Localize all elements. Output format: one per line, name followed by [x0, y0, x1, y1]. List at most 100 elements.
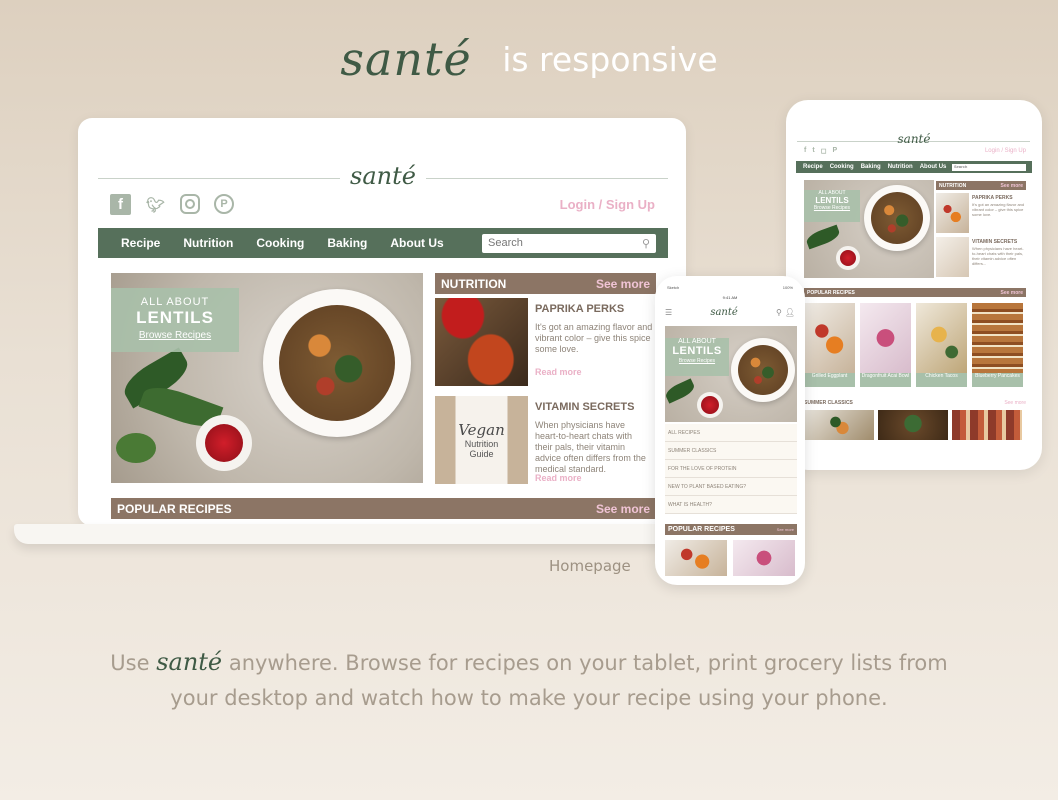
vegan-guide-image[interactable] [936, 237, 969, 277]
hero-card-kicker: ALL ABOUT [678, 338, 716, 345]
article-excerpt: When physicians have heart-to-heart chat… [535, 420, 646, 474]
carrier-label: Sketch [667, 285, 680, 290]
site-logo[interactable]: santé [710, 307, 737, 318]
hamburger-menu-icon[interactable]: ☰ [665, 308, 672, 317]
browse-recipes-link[interactable]: Browse Recipes [111, 330, 239, 341]
instagram-icon[interactable]: ◻ [821, 147, 827, 155]
twitter-icon[interactable]: t [812, 147, 814, 155]
hero-card-kicker: ALL ABOUT [140, 296, 210, 308]
summer-recipe-image[interactable] [804, 410, 874, 440]
browse-recipes-link[interactable]: Browse Recipes [814, 205, 850, 211]
twitter-icon[interactable]: 🐦︎ [145, 194, 166, 215]
laptop-base [14, 524, 714, 544]
paprika-image[interactable] [936, 193, 969, 233]
facebook-icon[interactable]: f [110, 194, 131, 215]
hero-card-title: LENTILS [815, 196, 849, 205]
nav-item-cooking[interactable]: Cooking [256, 236, 304, 250]
nav-item-cooking[interactable]: Cooking [830, 164, 854, 170]
popular-recipes-header: POPULAR RECIPES See more [111, 498, 656, 519]
phone-category-menu: ALL RECIPES SUMMER CLASSICS FOR THE LOVE… [665, 424, 797, 514]
pinterest-icon[interactable]: P [833, 147, 838, 155]
search-input[interactable]: Search [952, 163, 1026, 171]
hero-lentils-image[interactable]: ALL ABOUT LENTILS Browse Recipes [665, 326, 797, 422]
hero-lentils-image[interactable]: ALL ABOUT LENTILS Browse Recipes [111, 273, 423, 483]
paprika-image[interactable] [435, 298, 528, 386]
search-icon[interactable]: ⚲ [642, 237, 650, 250]
recipe-card-title[interactable]: Dragonfruit Acai Bowl [860, 373, 911, 379]
browse-recipes-link[interactable]: Browse Recipes [679, 358, 715, 364]
vegan-guide-image[interactable]: Vegan Nutrition Guide [435, 396, 528, 484]
popular-title: POPULAR RECIPES [807, 289, 855, 296]
popular-see-more-link[interactable]: See more [596, 502, 650, 516]
article-vitamin[interactable]: Vegan Nutrition Guide VITAMIN SECRETS Wh… [435, 396, 656, 484]
recipe-card[interactable]: Chicken Tacos [916, 303, 967, 387]
menu-item-plant-based[interactable]: NEW TO PLANT BASED EATING? [665, 478, 797, 496]
article-title[interactable]: VITAMIN SECRETS [535, 401, 634, 413]
facebook-icon[interactable]: f [804, 147, 806, 155]
popular-see-more-link[interactable]: See more [1000, 290, 1023, 296]
laptop-mockup: santé f 🐦︎ P Login / Sign Up Recipe Nutr… [78, 118, 686, 526]
summer-see-more-link[interactable]: See more [1004, 400, 1026, 406]
read-more-link[interactable]: Read more [535, 473, 582, 483]
menu-item-what-is-health[interactable]: WHAT IS HEALTH? [665, 496, 797, 514]
vegan-label: Vegan [458, 421, 505, 439]
nutrition-see-more-link[interactable]: See more [1000, 183, 1023, 189]
article-paprika[interactable]: PAPRIKA PERKS It's got an amazing flavor… [936, 193, 1026, 233]
popular-title: POPULAR RECIPES [668, 526, 735, 533]
popular-recipes-header: POPULAR RECIPES See more [804, 288, 1026, 297]
login-signup-link[interactable]: Login / Sign Up [985, 148, 1026, 154]
article-vitamin[interactable]: VITAMIN SECRETS When physicians have hea… [936, 237, 1026, 277]
recipe-card-title[interactable]: Blueberry Pancakes [972, 373, 1023, 379]
recipe-image[interactable] [665, 540, 727, 576]
recipe-card[interactable]: Blueberry Pancakes [972, 303, 1023, 387]
article-excerpt: When physicians have heart-to-heart chat… [972, 246, 1024, 266]
popular-recipes-header: POPULAR RECIPES See more [665, 524, 797, 535]
summer-classics-header: SUMMER CLASSICS See more [804, 398, 1026, 407]
pinterest-icon[interactable]: P [214, 194, 234, 214]
article-excerpt: It's got an amazing flavor and vibrant c… [972, 202, 1025, 217]
article-paprika[interactable]: PAPRIKA PERKS It's got an amazing flavor… [435, 298, 656, 386]
recipe-card-title[interactable]: Chicken Tacos [916, 373, 967, 379]
nutrition-see-more-link[interactable]: See more [596, 277, 650, 291]
nav-item-nutrition[interactable]: Nutrition [888, 164, 913, 170]
nav-item-baking[interactable]: Baking [861, 164, 881, 170]
article-title[interactable]: VITAMIN SECRETS [972, 239, 1017, 245]
recipe-card[interactable]: Dragonfruit Acai Bowl [860, 303, 911, 387]
summer-recipe-image[interactable] [878, 410, 948, 440]
phone-header: ☰ santé ⚲ 👤︎ [665, 304, 795, 320]
nav-item-recipe[interactable]: Recipe [803, 164, 823, 170]
recipe-card[interactable]: Grilled Eggplant [804, 303, 855, 387]
nav-item-recipe[interactable]: Recipe [121, 236, 160, 250]
nav-item-about-us[interactable]: About Us [390, 236, 443, 250]
menu-item-summer-classics[interactable]: SUMMER CLASSICS [665, 442, 797, 460]
nav-item-baking[interactable]: Baking [327, 236, 367, 250]
menu-item-protein[interactable]: FOR THE LOVE OF PROTEIN [665, 460, 797, 478]
nutrition-section-header: NUTRITION See more [435, 273, 656, 294]
search-input[interactable]: Search ⚲ [482, 233, 656, 253]
site-logo[interactable]: santé [786, 132, 1042, 146]
hero-card-title: LENTILS [672, 345, 722, 357]
sante-logo-inline: santé [156, 648, 223, 676]
instagram-icon[interactable] [180, 194, 200, 214]
sante-logo: santé [340, 32, 472, 86]
social-links: f 🐦︎ P [110, 194, 234, 215]
nutrition-title: NUTRITION [939, 182, 967, 189]
summer-recipe-image[interactable] [952, 410, 1022, 440]
tagline-text: anywhere. Browse for recipes on your tab… [170, 651, 948, 710]
recipe-card-title[interactable]: Grilled Eggplant [804, 373, 855, 379]
menu-item-all-recipes[interactable]: ALL RECIPES [665, 424, 797, 442]
user-icon[interactable]: 👤︎ [785, 308, 795, 317]
site-logo[interactable]: santé [98, 162, 668, 190]
nav-item-about-us[interactable]: About Us [920, 164, 947, 170]
popular-see-more-link[interactable]: See more [777, 527, 794, 532]
read-more-link[interactable]: Read more [535, 367, 582, 377]
search-icon[interactable]: ⚲ [776, 308, 782, 317]
nav-item-nutrition[interactable]: Nutrition [183, 236, 233, 250]
login-signup-link[interactable]: Login / Sign Up [560, 197, 655, 212]
recipe-image[interactable] [733, 540, 795, 576]
article-title[interactable]: PAPRIKA PERKS [535, 303, 624, 315]
article-excerpt: It's got an amazing flavor and vibrant c… [535, 322, 653, 354]
hero-lentils-image[interactable]: ALL ABOUT LENTILS Browse Recipes [804, 180, 934, 278]
article-title[interactable]: PAPRIKA PERKS [972, 195, 1013, 201]
search-placeholder: Search [488, 237, 523, 249]
